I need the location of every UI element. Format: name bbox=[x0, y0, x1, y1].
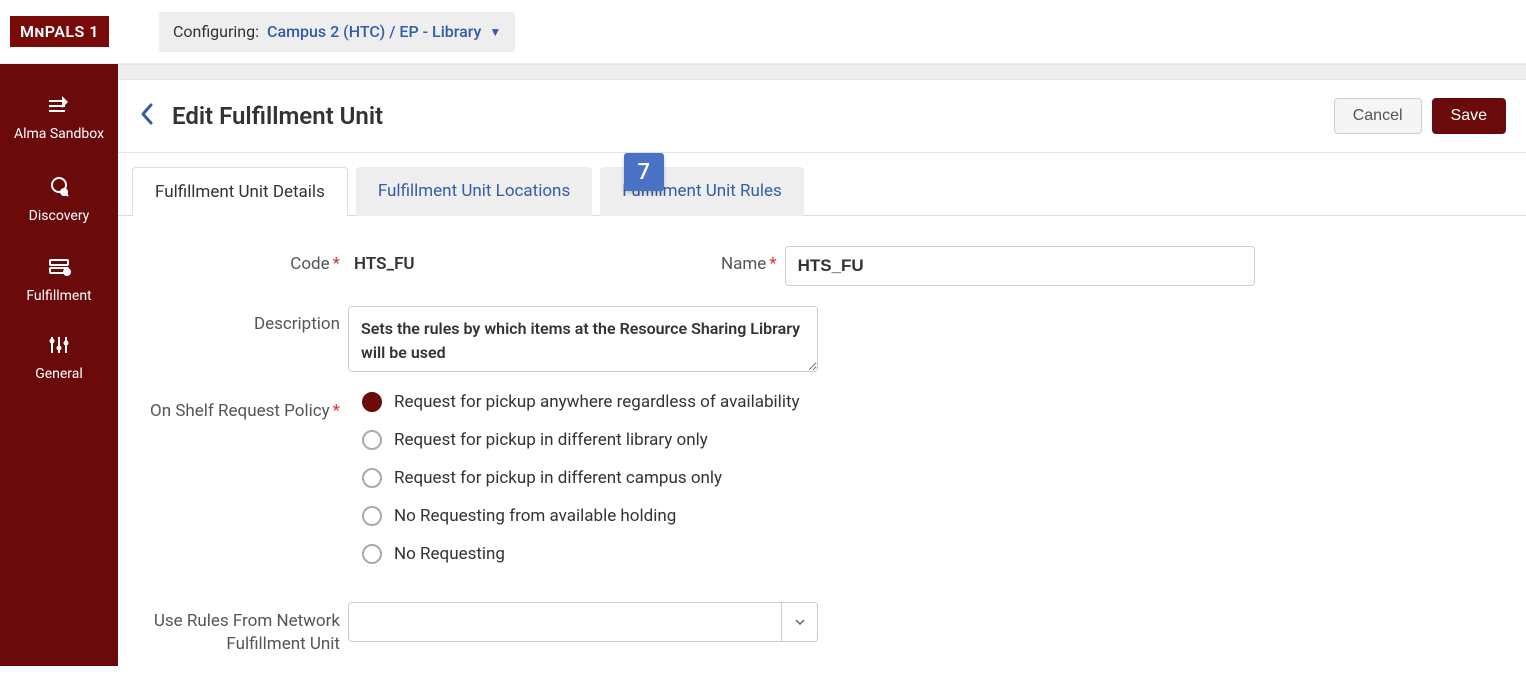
radio-icon bbox=[362, 430, 382, 450]
code-field-row: Code* HTS_FU bbox=[148, 246, 415, 286]
dropdown-value bbox=[349, 603, 781, 641]
tab-fulfillment-unit-details[interactable]: Fulfillment Unit Details bbox=[132, 167, 348, 216]
name-field-row: Name* bbox=[475, 246, 1255, 286]
code-label: Code* bbox=[148, 246, 348, 274]
description-label: Description bbox=[148, 306, 348, 334]
sidebar-item-discovery[interactable]: Discovery bbox=[0, 160, 118, 242]
page-header: Edit Fulfillment Unit Cancel Save bbox=[118, 80, 1526, 153]
shelf-option-0[interactable]: Request for pickup anywhere regardless o… bbox=[362, 392, 800, 412]
sidebar-item-fulfillment[interactable]: Fulfillment bbox=[0, 242, 118, 322]
radio-icon bbox=[362, 392, 382, 412]
shelf-policy-row: On Shelf Request Policy* Request for pic… bbox=[148, 392, 1496, 582]
page-title: Edit Fulfillment Unit bbox=[172, 102, 1324, 130]
configuring-value: Campus 2 (HTC) / EP - Library bbox=[267, 22, 481, 41]
chevron-left-icon bbox=[138, 102, 156, 126]
gray-strip bbox=[118, 64, 1526, 80]
sidebar-item-general[interactable]: General bbox=[0, 322, 118, 400]
radio-label: Request for pickup in different campus o… bbox=[394, 468, 722, 488]
cancel-button[interactable]: Cancel bbox=[1334, 98, 1422, 134]
sidebar-item-label: Discovery bbox=[4, 208, 114, 224]
form-body: Code* HTS_FU Name* Description Sets the … bbox=[118, 215, 1526, 696]
sandbox-icon bbox=[4, 94, 114, 120]
sidebar-item-label: Alma Sandbox bbox=[4, 126, 114, 142]
shelf-policy-label: On Shelf Request Policy* bbox=[148, 392, 348, 423]
discovery-icon bbox=[4, 172, 114, 202]
save-button[interactable]: Save bbox=[1432, 98, 1506, 134]
name-label: Name* bbox=[475, 246, 785, 274]
tab-fulfillment-unit-rules[interactable]: Fulfillment Unit Rules 7 bbox=[600, 167, 804, 216]
main-content: Edit Fulfillment Unit Cancel Save Fulfil… bbox=[118, 64, 1526, 666]
shelf-policy-radio-group: Request for pickup anywhere regardless o… bbox=[348, 392, 800, 582]
tab-fulfillment-unit-locations[interactable]: Fulfillment Unit Locations bbox=[356, 167, 592, 216]
configuring-selector[interactable]: Configuring: Campus 2 (HTC) / EP - Libra… bbox=[159, 12, 515, 52]
shelf-option-1[interactable]: Request for pickup in different library … bbox=[362, 430, 800, 450]
sidebar-item-label: General bbox=[4, 366, 114, 382]
radio-icon bbox=[362, 468, 382, 488]
callout-badge: 7 bbox=[624, 153, 664, 191]
sidebar-item-alma-sandbox[interactable]: Alma Sandbox bbox=[0, 82, 118, 160]
sidebar-item-label: Fulfillment bbox=[4, 288, 114, 304]
tabs: Fulfillment Unit Details Fulfillment Uni… bbox=[118, 153, 1526, 216]
radio-label: Request for pickup anywhere regardless o… bbox=[394, 392, 800, 412]
caret-down-icon bbox=[781, 603, 817, 641]
sidebar: Alma Sandbox Discovery Fulfillment Gener… bbox=[0, 64, 118, 666]
caret-down-icon: ▼ bbox=[489, 25, 501, 39]
radio-label: No Requesting bbox=[394, 544, 505, 564]
fulfillment-icon bbox=[4, 254, 114, 282]
description-field-row: Description Sets the rules by which item… bbox=[148, 306, 1496, 372]
configuring-label: Configuring: bbox=[173, 22, 259, 41]
topbar: MnPALS 1 Configuring: Campus 2 (HTC) / E… bbox=[0, 0, 1526, 64]
name-input[interactable] bbox=[785, 246, 1255, 286]
radio-icon bbox=[362, 544, 382, 564]
use-rules-row: Use Rules From Network Fulfillment Unit bbox=[148, 602, 1496, 656]
description-textarea[interactable]: Sets the rules by which items at the Res… bbox=[348, 306, 818, 372]
brand-logo: MnPALS 1 bbox=[10, 16, 109, 47]
use-rules-label: Use Rules From Network Fulfillment Unit bbox=[148, 602, 348, 656]
radio-label: No Requesting from available holding bbox=[394, 506, 676, 526]
use-rules-dropdown[interactable] bbox=[348, 602, 818, 642]
shelf-option-2[interactable]: Request for pickup in different campus o… bbox=[362, 468, 800, 488]
radio-label: Request for pickup in different library … bbox=[394, 430, 708, 450]
code-value: HTS_FU bbox=[348, 246, 415, 274]
shelf-option-4[interactable]: No Requesting bbox=[362, 544, 800, 564]
back-button[interactable] bbox=[132, 98, 162, 134]
radio-icon bbox=[362, 506, 382, 526]
shelf-option-3[interactable]: No Requesting from available holding bbox=[362, 506, 800, 526]
sliders-icon bbox=[4, 334, 114, 360]
